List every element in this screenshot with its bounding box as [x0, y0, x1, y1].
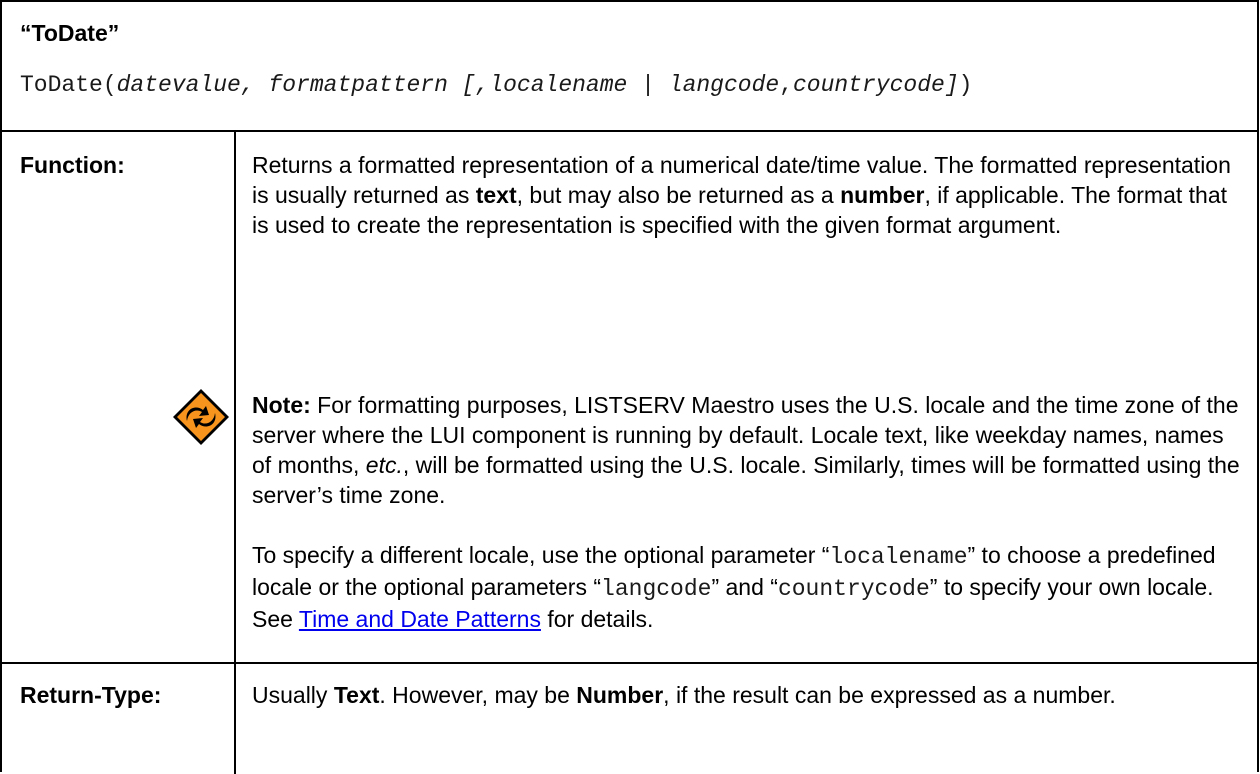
locale-paragraph: To specify a different locale, use the o…: [252, 542, 1216, 632]
function-label: Function:: [20, 152, 125, 178]
signature-arg-localename: localename: [489, 72, 628, 98]
code-langcode: langcode: [601, 576, 712, 602]
signature-func: ToDate(: [20, 72, 117, 98]
function-signature: ToDate(datevalue, formatpattern [,locale…: [20, 72, 972, 98]
function-reference-table: [0, 0, 1259, 774]
signature-arg-datevalue: datevalue: [116, 72, 241, 98]
code-countrycode: countrycode: [777, 576, 930, 602]
signature-pipe: |: [627, 72, 669, 98]
note-paragraph: Note: For formatting purposes, LISTSERV …: [252, 392, 1240, 508]
signature-comma: ,: [779, 72, 793, 98]
code-localename: localename: [829, 544, 968, 570]
time-date-patterns-link[interactable]: Time and Date Patterns: [299, 606, 541, 632]
column-divider: [234, 132, 236, 774]
header-divider: [2, 130, 1257, 132]
note-label: Note:: [252, 392, 311, 418]
return-type-description: Usually Text. However, may be Number, if…: [252, 682, 1116, 708]
return-type-label: Return-Type:: [20, 682, 162, 708]
signature-arg-countrycode: countrycode]: [793, 72, 959, 98]
signature-close: ): [958, 72, 973, 98]
row-divider: [2, 662, 1257, 664]
signature-arg-formatpattern: formatpattern [,: [268, 72, 490, 98]
function-description: Returns a formatted representation of a …: [252, 152, 1231, 238]
signature-sep: ,: [240, 72, 269, 98]
function-title: “ToDate”: [20, 20, 120, 46]
note-caution-icon: [173, 389, 229, 445]
signature-arg-langcode: langcode: [668, 72, 780, 98]
